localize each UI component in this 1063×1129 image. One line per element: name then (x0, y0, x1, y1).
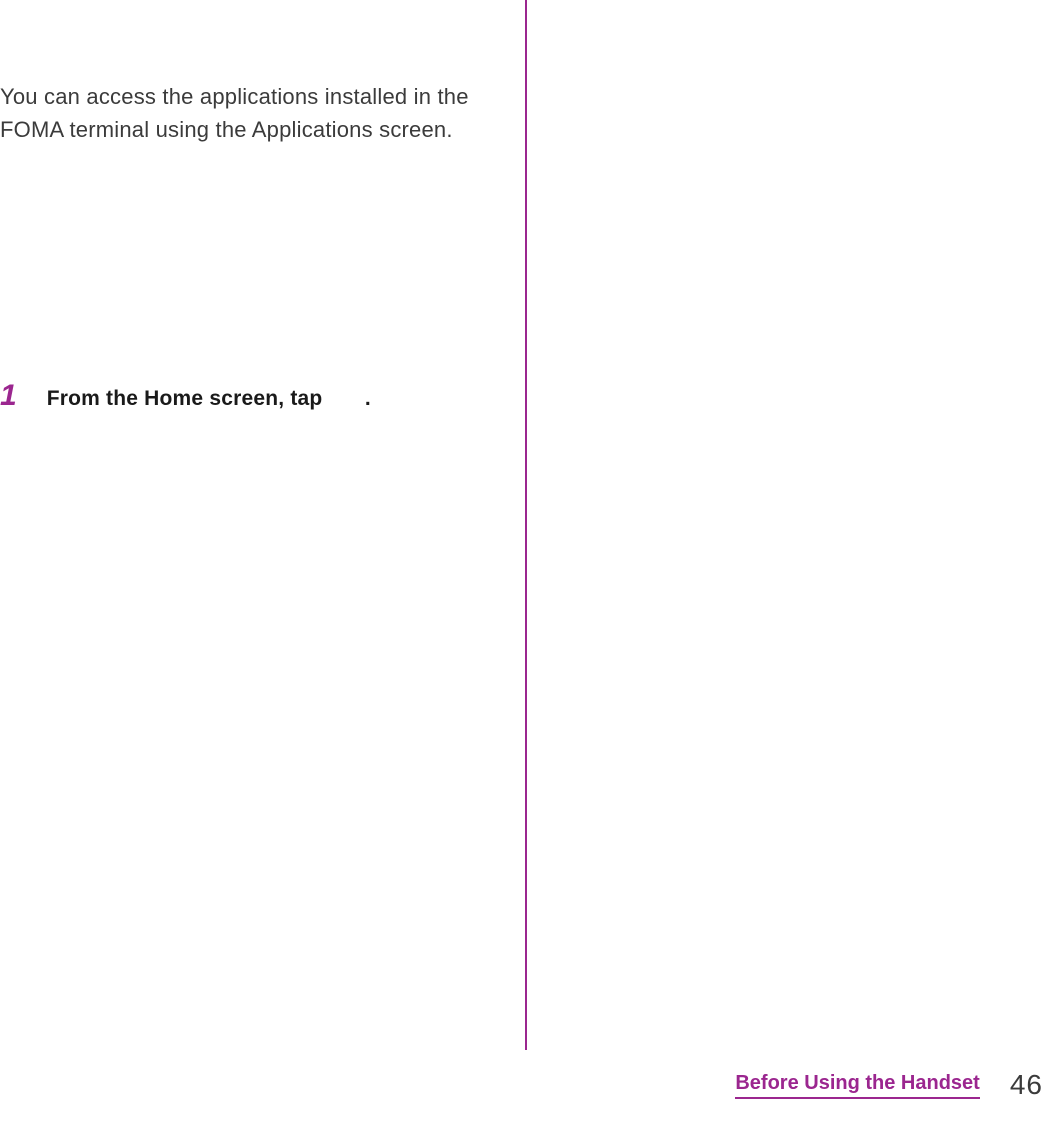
intro-paragraph: You can access the applications installe… (0, 80, 495, 146)
page-number: 46 (1010, 1069, 1043, 1101)
page-footer: Before Using the Handset 46 (735, 1069, 1043, 1101)
left-column: You can access the applications installe… (0, 0, 527, 1050)
page-container: You can access the applications installe… (0, 0, 1063, 1129)
step-number: 1 (0, 381, 17, 411)
step-instruction: From the Home screen, tap . (47, 387, 371, 411)
step-1: 1 From the Home screen, tap . (0, 381, 495, 411)
footer-section-title: Before Using the Handset (735, 1072, 979, 1099)
right-column (527, 0, 1063, 1129)
